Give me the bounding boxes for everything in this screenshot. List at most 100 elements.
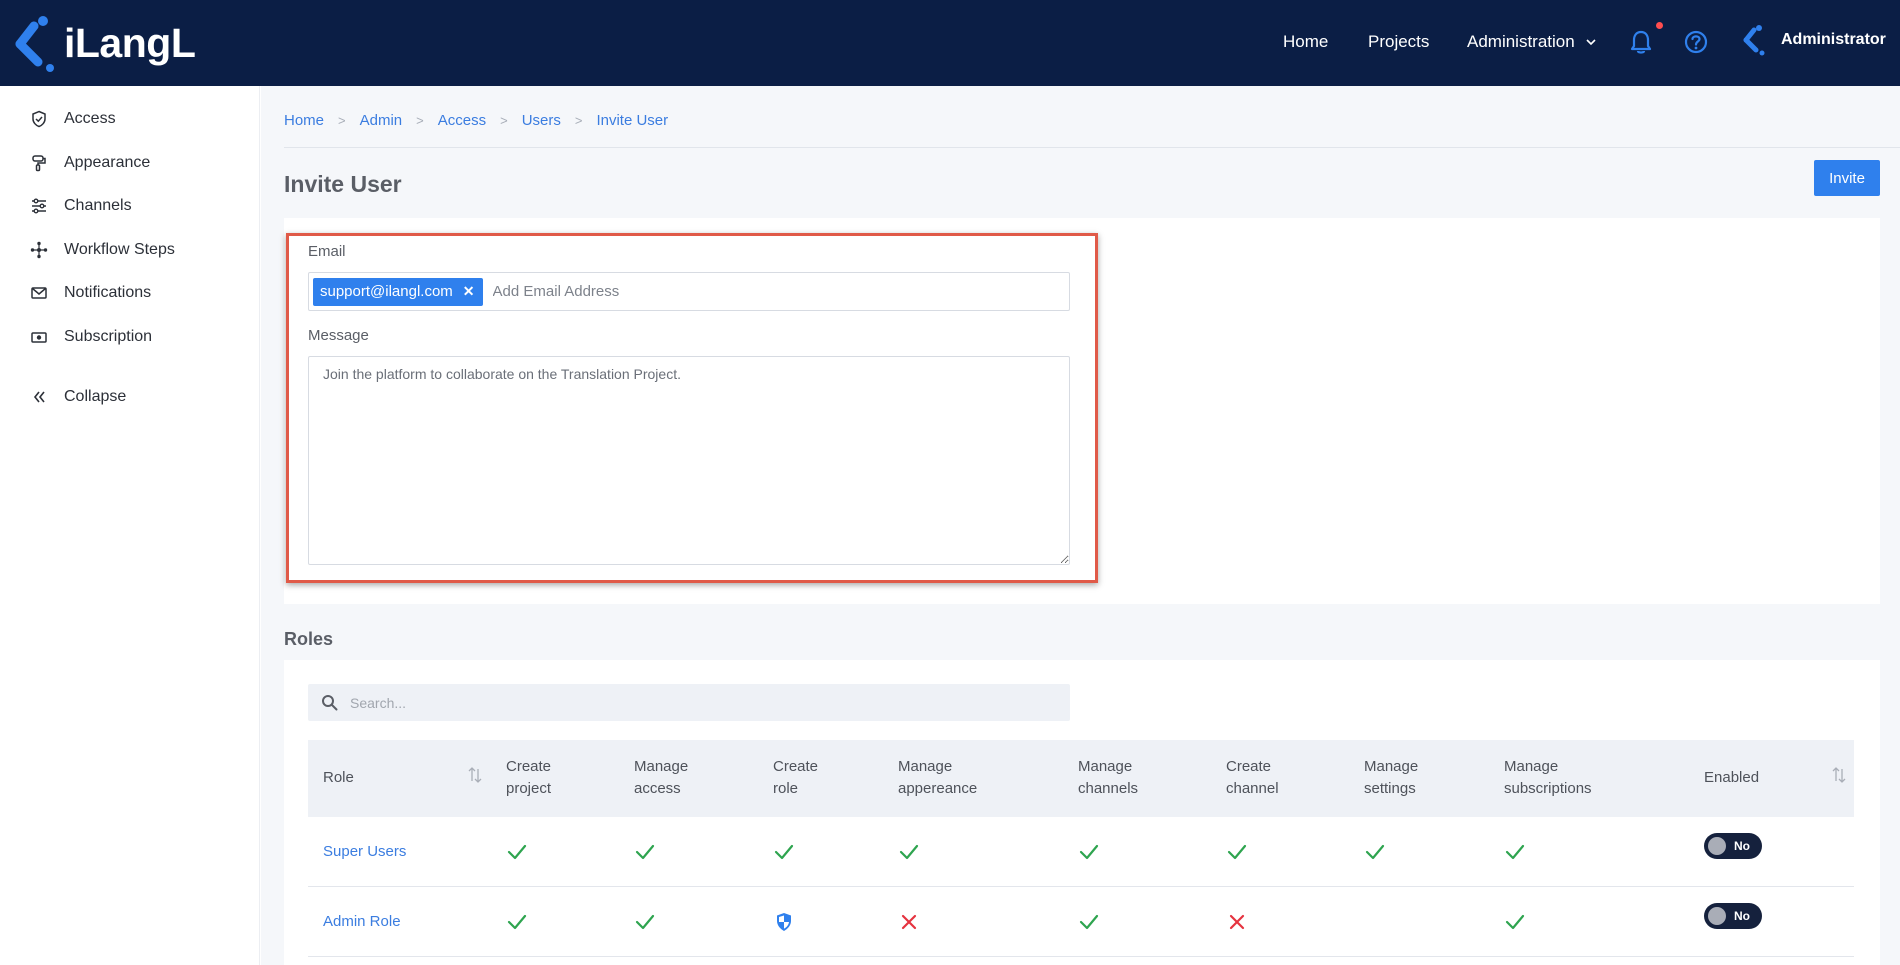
column-header-role[interactable]: Role <box>323 767 354 789</box>
column-header-create-channel: Create channel <box>1226 756 1279 800</box>
column-header-line: access <box>634 780 681 797</box>
column-header-line: Create <box>1226 758 1272 775</box>
column-header-manage-settings: Manage settings <box>1364 756 1418 800</box>
sidebar-item-label: Access <box>64 110 116 127</box>
close-icon[interactable]: ✕ <box>463 283 475 300</box>
double-chevron-left-icon <box>28 386 50 408</box>
nav-projects[interactable]: Projects <box>1368 32 1429 52</box>
sidebar-item-subscription[interactable]: Subscription <box>28 324 152 350</box>
user-name[interactable]: Administrator <box>1781 31 1886 49</box>
column-header-line: subscriptions <box>1504 780 1592 797</box>
breadcrumb-access[interactable]: Access <box>438 112 486 129</box>
column-header-line: settings <box>1364 780 1416 797</box>
sidebar-item-label: Appearance <box>64 154 151 171</box>
email-chip-label: support@ilangl.com <box>320 283 453 300</box>
cross-icon <box>901 914 917 930</box>
nav-administration[interactable]: Administration <box>1467 32 1597 52</box>
logo-mark-icon <box>15 16 54 72</box>
shield-check-icon <box>28 108 50 130</box>
column-header-line: project <box>506 780 552 797</box>
sidebar-item-label: Workflow Steps <box>64 241 175 258</box>
breadcrumb-separator-icon: > <box>574 113 583 128</box>
sidebar-collapse[interactable]: Collapse <box>28 384 126 410</box>
email-label: Email <box>308 243 346 260</box>
roles-search[interactable] <box>308 684 1070 721</box>
sidebar-item-channels[interactable]: Channels <box>28 193 132 219</box>
nav-home[interactable]: Home <box>1283 32 1328 52</box>
sidebar-item-label: Channels <box>64 197 132 214</box>
invite-button[interactable]: Invite <box>1814 160 1880 196</box>
column-header-line: Manage <box>1504 758 1559 775</box>
role-name-link[interactable]: Super Users <box>323 843 406 860</box>
email-tags-field[interactable]: support@ilangl.com ✕ <box>308 272 1070 311</box>
notification-dot <box>1656 22 1663 29</box>
breadcrumb-home[interactable]: Home <box>284 112 324 129</box>
breadcrumb-separator-icon: > <box>416 113 424 128</box>
sidebar-item-appearance[interactable]: Appearance <box>28 150 150 176</box>
breadcrumb-users[interactable]: Users <box>522 112 561 129</box>
enabled-toggle[interactable]: No <box>1704 903 1762 929</box>
logo[interactable]: iLangL <box>10 12 196 74</box>
sort-icon[interactable] <box>1830 764 1848 786</box>
column-header-label: Role <box>323 769 354 786</box>
bell-icon[interactable] <box>1627 28 1655 56</box>
logo-text: iLangL <box>64 19 196 66</box>
workflow-icon <box>28 239 50 261</box>
check-icon <box>507 914 527 930</box>
money-icon <box>28 326 50 348</box>
role-name-link[interactable]: Admin Role <box>323 913 401 930</box>
channels-icon <box>28 195 50 217</box>
column-header-line: channels <box>1078 780 1139 797</box>
page-title: Invite User <box>284 171 402 197</box>
toggle-knob <box>1708 837 1726 855</box>
check-icon <box>1365 844 1385 860</box>
check-icon <box>635 914 655 930</box>
sort-icon[interactable] <box>466 764 484 786</box>
breadcrumb-admin[interactable]: Admin <box>360 112 403 129</box>
message-textarea[interactable]: Join the platform to collaborate on the … <box>308 356 1070 565</box>
user-avatar-icon[interactable] <box>1740 24 1766 56</box>
column-header-line: Manage <box>898 758 953 775</box>
email-input[interactable] <box>492 283 1053 300</box>
roles-section-title: Roles <box>284 629 334 649</box>
check-icon <box>507 844 527 860</box>
breadcrumb-divider <box>284 147 1900 148</box>
column-header-manage-access: Manage access <box>634 756 688 800</box>
email-chip[interactable]: support@ilangl.com ✕ <box>313 277 483 306</box>
sidebar-item-notifications[interactable]: Notifications <box>28 280 151 306</box>
column-header-line: Create <box>506 758 552 775</box>
sidebar-item-label: Subscription <box>64 328 153 345</box>
search-input[interactable] <box>350 694 1050 711</box>
breadcrumb-invite-user[interactable]: Invite User <box>596 112 668 129</box>
toggle-knob <box>1708 907 1726 925</box>
check-icon <box>1079 914 1099 930</box>
cross-icon <box>1229 914 1245 930</box>
table-row: Super Users No <box>308 817 1854 887</box>
column-header-label: Enabled <box>1704 769 1760 786</box>
breadcrumb: Home > Admin > Access > Users > Invite U… <box>284 112 668 129</box>
top-header: iLangL Home Projects Administration Admi… <box>0 0 1900 86</box>
toggle-label: No <box>1734 839 1750 853</box>
sidebar-item-access[interactable]: Access <box>28 106 116 132</box>
column-header-line: channel <box>1226 780 1279 797</box>
sidebar-item-label: Notifications <box>64 284 152 301</box>
sidebar-item-workflow-steps[interactable]: Workflow Steps <box>28 237 175 263</box>
search-icon <box>322 694 338 710</box>
roles-table-header: Role Create project Manage access Create… <box>308 740 1854 817</box>
column-header-manage-channels: Manage channels <box>1078 756 1138 800</box>
column-header-enabled[interactable]: Enabled <box>1704 767 1759 789</box>
column-header-create-role: Create role <box>773 756 818 800</box>
sidebar: Access Appearance Channels Workflow Step… <box>0 86 260 965</box>
breadcrumb-separator-icon: > <box>500 113 508 128</box>
check-icon <box>1227 844 1247 860</box>
check-icon <box>1505 914 1525 930</box>
table-row: Admin Role No <box>308 887 1854 957</box>
column-header-manage-appereance: Manage appereance <box>898 756 977 800</box>
paint-roller-icon <box>28 152 50 174</box>
check-icon <box>1079 844 1099 860</box>
column-header-line: appereance <box>898 780 978 797</box>
help-icon[interactable] <box>1682 28 1710 56</box>
breadcrumb-separator-icon: > <box>338 113 346 128</box>
toggle-label: No <box>1734 909 1750 923</box>
enabled-toggle[interactable]: No <box>1704 833 1762 859</box>
